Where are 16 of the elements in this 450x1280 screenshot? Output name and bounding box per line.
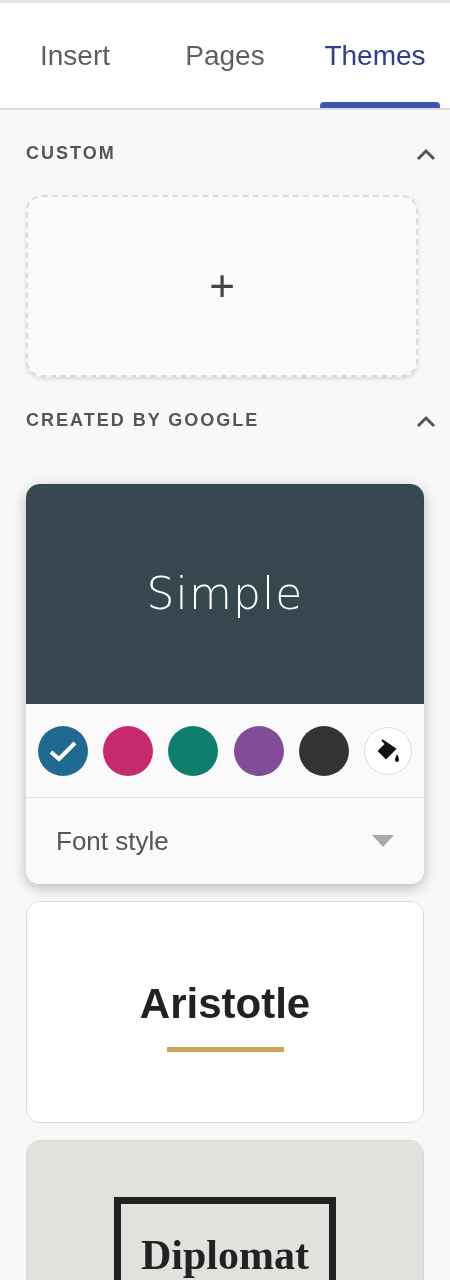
tab[interactable]: Insert [0, 3, 150, 108]
add-theme-card[interactable]: + [26, 195, 418, 377]
theme-name: Simple [146, 567, 304, 621]
color-swatch[interactable] [38, 725, 88, 776]
tab[interactable]: Themes [300, 3, 450, 108]
theme-card[interactable]: Aristotle [26, 901, 424, 1123]
section-title: CREATED BY GOOGLE [26, 409, 260, 432]
theme-preview[interactable]: Simple [26, 484, 424, 704]
theme-card[interactable]: Diplomat [26, 1140, 424, 1280]
section-title: CUSTOM [26, 142, 116, 165]
dropdown-caret-icon [372, 835, 394, 847]
tab[interactable]: Pages [150, 3, 300, 108]
font-style-dropdown[interactable]: Font style [26, 798, 424, 884]
theme-name: Diplomat [141, 1232, 309, 1278]
theme-name: Aristotle [139, 979, 311, 1029]
theme-card[interactable]: Simple Font style [26, 484, 424, 884]
